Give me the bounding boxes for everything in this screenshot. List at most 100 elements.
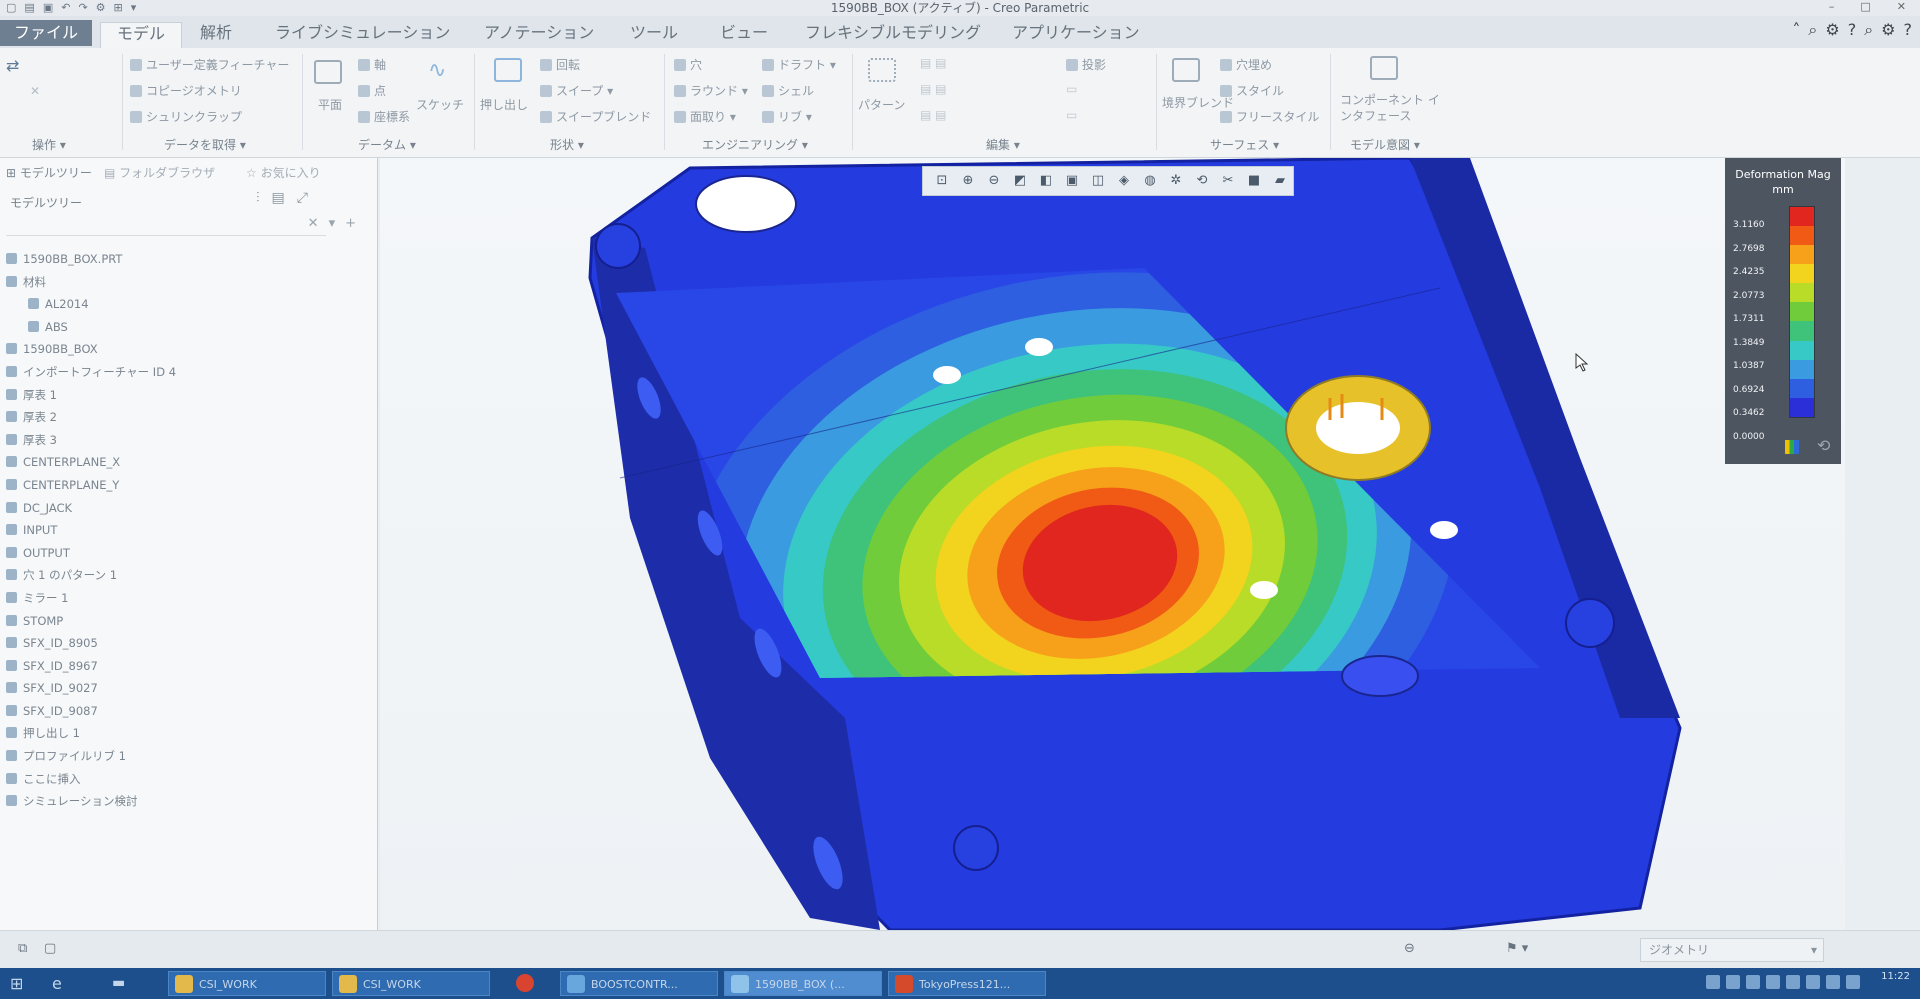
group-label-shapes[interactable]: 形状 ▾ bbox=[550, 136, 584, 153]
result-icon[interactable]: ▰ bbox=[1271, 173, 1289, 189]
draft-button[interactable]: ドラフト ▾ bbox=[762, 56, 836, 73]
user-feature-button[interactable]: ユーザー定義フィーチャー bbox=[130, 56, 289, 73]
tab-view[interactable]: ビュー bbox=[720, 22, 768, 48]
tab-file[interactable]: ファイル bbox=[0, 20, 92, 46]
tab-folder-browser[interactable]: ▤ フォルダブラウザ bbox=[104, 164, 215, 181]
tree-item[interactable]: INPUT bbox=[0, 519, 378, 542]
group-label-model-intent[interactable]: モデル意図 ▾ bbox=[1350, 136, 1420, 153]
regen-status-icon[interactable]: ⊖ bbox=[1404, 941, 1415, 956]
add-icon[interactable]: + bbox=[345, 216, 366, 231]
tree-filter-icon[interactable]: ⫶ bbox=[256, 190, 272, 206]
tray-icon[interactable] bbox=[1766, 975, 1780, 989]
display-style-icon[interactable]: ◧ bbox=[1037, 173, 1055, 189]
project-button[interactable]: 投影 bbox=[1066, 56, 1106, 73]
axis-button[interactable]: 軸 bbox=[358, 56, 386, 73]
tray-icon[interactable] bbox=[1826, 975, 1840, 989]
group-label-surfaces[interactable]: サーフェス ▾ bbox=[1210, 136, 1279, 153]
tree-item[interactable]: 厚表 3 bbox=[0, 429, 378, 452]
swept-blend-button[interactable]: スイープブレンド bbox=[540, 108, 651, 125]
component-interface-icon[interactable] bbox=[1370, 56, 1398, 80]
tree-show-icon[interactable]: ⤢ bbox=[297, 190, 320, 206]
tree-item[interactable]: 1590BB_BOX bbox=[0, 338, 378, 361]
tree-item[interactable]: 厚表 1 bbox=[0, 384, 378, 407]
component-interface-button[interactable]: コンポーネント インタフェース bbox=[1340, 92, 1440, 124]
sketch-icon[interactable]: ∿ bbox=[428, 58, 446, 83]
tree-item[interactable]: SFX_ID_8905 bbox=[0, 632, 378, 655]
group-label-operations[interactable]: 操作 ▾ bbox=[32, 136, 66, 153]
expand-icon[interactable]: ▾ bbox=[329, 216, 346, 231]
zoom-out-icon[interactable]: ⊖ bbox=[985, 173, 1003, 189]
tab-live-simulation[interactable]: ライブシミュレーション bbox=[275, 22, 450, 48]
tree-item[interactable]: 穴 1 のパターン 1 bbox=[0, 564, 378, 587]
taskbar-button-powerpoint[interactable]: TokyoPress121... bbox=[888, 971, 1046, 996]
taskbar-button-creo[interactable]: 1590BB_BOX (... bbox=[724, 971, 882, 996]
group-label-datum[interactable]: データム ▾ bbox=[358, 136, 416, 153]
selection-filter-icon[interactable]: ⚑ ▾ bbox=[1506, 941, 1528, 956]
appearance-icon[interactable]: ◍ bbox=[1141, 173, 1159, 189]
tab-applications[interactable]: アプリケーション bbox=[1012, 22, 1140, 48]
rib-button[interactable]: リブ ▾ bbox=[762, 108, 812, 125]
close-icon[interactable]: ✕ bbox=[1897, 0, 1906, 13]
shell-button[interactable]: シェル bbox=[762, 82, 814, 99]
hole-button[interactable]: 穴 bbox=[674, 56, 702, 73]
minimize-icon[interactable]: – bbox=[1829, 0, 1835, 13]
clock[interactable]: 11:22 bbox=[1881, 970, 1910, 983]
tree-item[interactable]: SFX_ID_9027 bbox=[0, 677, 378, 700]
extrude-button[interactable]: 押し出し bbox=[480, 96, 528, 113]
csys-button[interactable]: 座標系 bbox=[358, 108, 410, 125]
tree-item[interactable]: 押し出し 1 bbox=[0, 722, 378, 745]
graphics-area[interactable]: ⊡ ⊕ ⊖ ◩ ◧ ▣ ◫ ◈ ◍ ✲ ⟲ ✂ ■ ▰ bbox=[380, 158, 1845, 930]
tree-item[interactable]: 1590BB_BOX.PRT bbox=[0, 248, 378, 271]
tab-tools[interactable]: ツール bbox=[630, 22, 678, 48]
sketch-button[interactable]: スケッチ bbox=[416, 96, 464, 113]
fill-button[interactable]: 穴埋め bbox=[1220, 56, 1272, 73]
group-label-engineering[interactable]: エンジニアリング ▾ bbox=[702, 136, 808, 153]
tree-item[interactable]: SFX_ID_8967 bbox=[0, 655, 378, 678]
group-label-editing[interactable]: 編集 ▾ bbox=[986, 136, 1020, 153]
tree-item[interactable]: ここに挿入 bbox=[0, 768, 378, 791]
start-button[interactable]: ⊞ bbox=[0, 971, 40, 996]
tree-item[interactable]: OUTPUT bbox=[0, 542, 378, 565]
regenerate-icon[interactable]: ⇄ bbox=[6, 56, 19, 75]
taskbar-button-boostcontr[interactable]: BOOSTCONTR... bbox=[560, 971, 718, 996]
tree-item[interactable]: ABS bbox=[0, 316, 378, 339]
tree-item[interactable]: プロファイルリブ 1 bbox=[0, 745, 378, 768]
help-icon[interactable]: ? bbox=[1848, 20, 1857, 40]
tree-item[interactable]: CENTERPLANE_Y bbox=[0, 474, 378, 497]
tab-model[interactable]: モデル bbox=[100, 22, 183, 48]
tree-item[interactable]: AL2014 bbox=[0, 293, 378, 316]
annotation-display-icon[interactable]: ⟲ bbox=[1193, 173, 1211, 189]
tree-item[interactable]: CENTERPLANE_X bbox=[0, 451, 378, 474]
saved-views-icon[interactable]: ▣ bbox=[1063, 173, 1081, 189]
taskbar-button-folder[interactable]: CSI_WORK bbox=[332, 971, 490, 996]
named-views-icon[interactable]: ◫ bbox=[1089, 173, 1107, 189]
tray-icon[interactable] bbox=[1746, 975, 1760, 989]
refit-icon[interactable]: ⊡ bbox=[933, 173, 951, 189]
stop-icon[interactable]: ■ bbox=[1245, 173, 1263, 189]
copy-geometry-button[interactable]: コピージオメトリ bbox=[130, 82, 242, 99]
datum-display-icon[interactable]: ✲ bbox=[1167, 173, 1185, 189]
tree-item[interactable]: シミュレーション検討 bbox=[0, 790, 378, 813]
boundary-blend-icon[interactable] bbox=[1172, 58, 1200, 82]
sweep-button[interactable]: スイープ ▾ bbox=[540, 82, 613, 99]
layout-icon[interactable]: ⧉ bbox=[18, 941, 27, 956]
tab-model-tree[interactable]: ⊞ モデルツリー bbox=[6, 164, 92, 181]
tree-item[interactable]: インポートフィーチャー ID 4 bbox=[0, 361, 378, 384]
pattern-icon[interactable] bbox=[868, 58, 896, 82]
tree-item[interactable]: SFX_ID_9087 bbox=[0, 700, 378, 723]
revolve-button[interactable]: 回転 bbox=[540, 56, 580, 73]
help-icon[interactable]: ? bbox=[1904, 20, 1913, 40]
message-log-icon[interactable]: ▢ bbox=[44, 941, 56, 956]
group-label-get-data[interactable]: データを取得 ▾ bbox=[164, 136, 246, 153]
tree-item[interactable]: 材料 bbox=[0, 271, 378, 294]
tray-icon[interactable] bbox=[1846, 975, 1860, 989]
terminal-icon[interactable]: ▬ bbox=[112, 971, 152, 996]
round-button[interactable]: ラウンド ▾ bbox=[674, 82, 748, 99]
tree-item[interactable]: ミラー 1 bbox=[0, 587, 378, 610]
pattern-button[interactable]: パターン bbox=[858, 96, 905, 113]
plane-icon[interactable] bbox=[314, 60, 342, 84]
tree-search-input[interactable]: ✕▾+ bbox=[6, 216, 356, 236]
search-icon[interactable]: ⌕ bbox=[1808, 20, 1817, 40]
tray-icon[interactable] bbox=[1706, 975, 1720, 989]
tree-item[interactable]: 厚表 2 bbox=[0, 406, 378, 429]
